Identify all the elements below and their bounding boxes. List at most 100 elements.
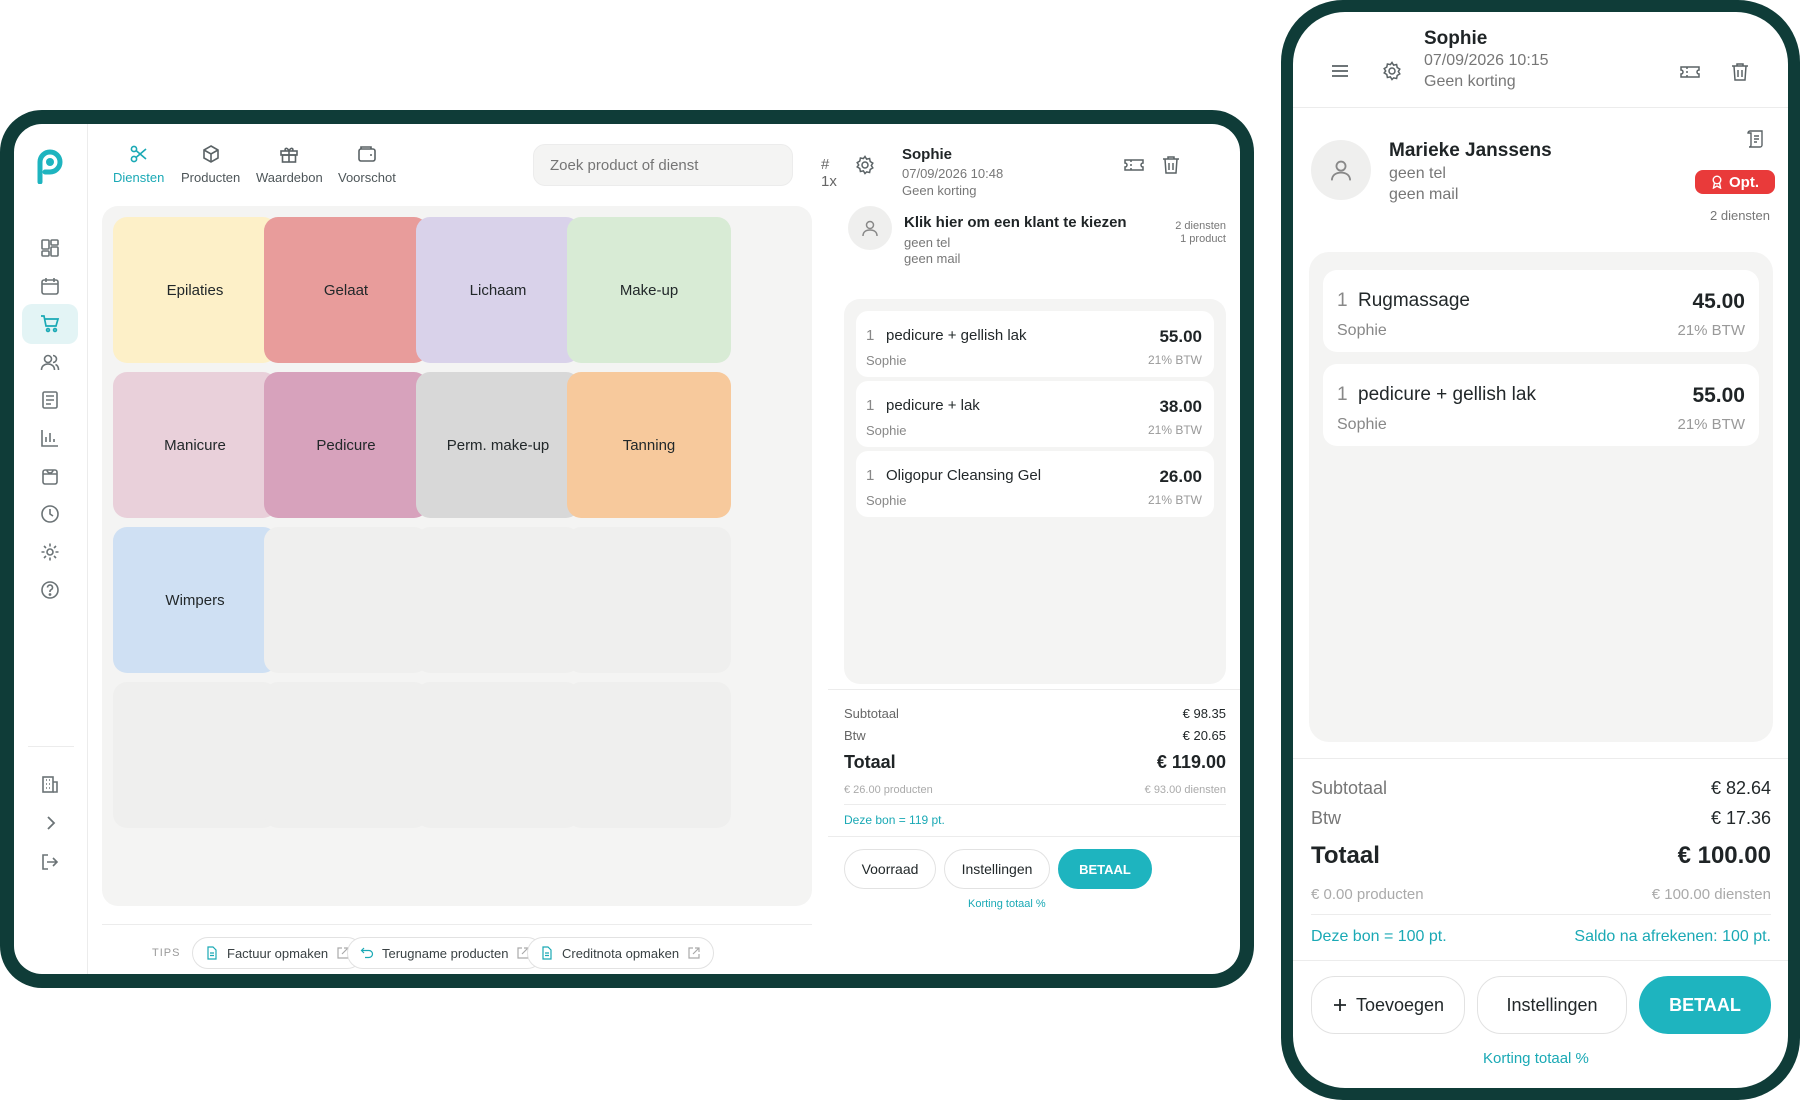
tips-bar: TIPS Factuur opmaken Terugname producten…	[102, 924, 812, 974]
gear-icon[interactable]	[852, 152, 878, 178]
sidebar-customers-icon[interactable]	[22, 342, 78, 382]
tablet-screen: Diensten Producten Waardebon Voorschot #…	[14, 124, 1240, 974]
ticket-line[interactable]: 1 pedicure + lak 38.00 Sophie 21% BTW	[856, 381, 1214, 447]
phone-datetime: 07/09/2026 10:15	[1424, 52, 1549, 69]
tip-label: Creditnota opmaken	[562, 945, 680, 961]
vat-value: € 17.36	[1710, 808, 1771, 828]
stock-button[interactable]: Voorraad	[844, 849, 936, 889]
tab-producten[interactable]: Producten	[181, 144, 240, 190]
discount-total-link[interactable]: Korting totaal %	[968, 898, 1046, 910]
category-tile[interactable]: Perm. make-up	[416, 372, 580, 518]
total-label: Totaal	[844, 752, 896, 772]
add-button[interactable]: Toevoegen	[1311, 976, 1465, 1034]
settings-button[interactable]: Instellingen	[1477, 976, 1627, 1034]
discount-total-link[interactable]: Korting totaal %	[1483, 1050, 1589, 1067]
vat-value: € 20.65	[1182, 728, 1226, 743]
empty-tile	[416, 682, 580, 828]
category-tile[interactable]: Pedicure	[264, 372, 428, 518]
line-price: 26.00	[1159, 467, 1202, 486]
sidebar-calendar-icon[interactable]	[22, 266, 78, 306]
tab-voorschot[interactable]: Voorschot	[338, 144, 396, 190]
category-tile[interactable]: Lichaam	[416, 217, 580, 363]
menu-icon[interactable]	[1327, 58, 1353, 84]
ticket-icon[interactable]	[1676, 58, 1704, 86]
ticket-icon[interactable]	[1121, 152, 1147, 178]
split-row: € 26.00 producten € 93.00 diensten	[844, 784, 1226, 796]
line-name: Rugmassage	[1358, 290, 1470, 311]
sidebar-receipts-icon[interactable]	[22, 380, 78, 420]
phone-device: Sophie 07/09/2026 10:15 Geen korting Mar…	[1281, 0, 1800, 1100]
undo-icon	[360, 947, 374, 959]
category-tile[interactable]: Manicure	[113, 372, 277, 518]
line-qty: 1	[1337, 384, 1348, 405]
ticket-line[interactable]: 1 Rugmassage 45.00 Sophie 21% BTW	[1323, 270, 1759, 352]
tips-label: TIPS	[152, 947, 181, 959]
subtotal-row: Subtotaal € 98.35	[844, 706, 1226, 721]
sidebar-logout-icon[interactable]	[22, 842, 78, 882]
trash-icon[interactable]	[1726, 58, 1754, 86]
category-tile[interactable]: Tanning	[567, 372, 731, 518]
sidebar-building-icon[interactable]	[22, 764, 78, 804]
ticket-line[interactable]: 1 pedicure + gellish lak 55.00 Sophie 21…	[1323, 364, 1759, 446]
line-price: 38.00	[1159, 397, 1202, 416]
line-qty: 1	[1337, 290, 1348, 311]
tab-waardebon[interactable]: Waardebon	[256, 144, 323, 190]
sidebar-clock-icon[interactable]	[22, 494, 78, 534]
empty-tile	[567, 682, 731, 828]
gear-icon[interactable]	[1379, 58, 1405, 84]
trash-icon[interactable]	[1158, 152, 1184, 178]
divider	[844, 804, 1226, 805]
tip-factuur-opmaken[interactable]: Factuur opmaken	[192, 937, 364, 969]
empty-tile	[567, 527, 731, 673]
count-services: 2 diensten	[1710, 208, 1770, 223]
customer-selector[interactable]: Klik hier om een klant te kiezen geen te…	[828, 206, 1240, 288]
points-row: Deze bon = 100 pt. Saldo na afrekenen: 1…	[1311, 928, 1771, 946]
line-name: pedicure + gellish lak	[886, 327, 1027, 344]
ticket-line[interactable]: 1 pedicure + gellish lak 55.00 Sophie 21…	[856, 311, 1214, 377]
category-tile[interactable]: Wimpers	[113, 527, 277, 673]
category-tile[interactable]: Epilaties	[113, 217, 277, 363]
line-vat: 21% BTW	[1147, 423, 1202, 437]
settings-button[interactable]: Instellingen	[944, 849, 1050, 889]
total-label: Totaal	[1311, 842, 1380, 869]
sidebar-reports-icon[interactable]	[22, 418, 78, 458]
total-row: Totaal € 100.00	[1311, 842, 1771, 870]
count-services: 2 diensten	[1175, 220, 1226, 232]
line-employee: Sophie	[866, 493, 907, 508]
ticket-datetime: 07/09/2026 10:48	[902, 166, 1004, 181]
line-name: Oligopur Cleansing Gel	[886, 467, 1042, 484]
sidebar-shop-icon[interactable]	[22, 456, 78, 496]
category-grid: Epilaties Gelaat Lichaam Make-up Manicur…	[102, 206, 812, 906]
top-navigation: Diensten Producten Waardebon Voorschot #…	[88, 124, 837, 206]
phone-employee: Sophie	[1424, 28, 1488, 49]
sidebar-dashboard-icon[interactable]	[22, 228, 78, 268]
sidebar-help-icon[interactable]	[22, 570, 78, 610]
tab-diensten[interactable]: Diensten	[113, 144, 164, 190]
line-vat: 21% BTW	[1147, 493, 1202, 507]
phone-ticket-lines: 1 Rugmassage 45.00 Sophie 21% BTW 1 pedi…	[1309, 252, 1773, 742]
pay-button[interactable]: BETAAL	[1058, 849, 1152, 889]
receipt-icon[interactable]	[1745, 128, 1767, 150]
tip-creditnota-opmaken[interactable]: Creditnota opmaken	[527, 937, 715, 969]
category-tile[interactable]: Make-up	[567, 217, 731, 363]
line-price: 45.00	[1692, 290, 1745, 313]
sidebar-settings-icon[interactable]	[22, 532, 78, 572]
badge-label: Opt.	[1729, 173, 1759, 191]
divider	[828, 689, 1240, 690]
plus-icon	[1333, 999, 1346, 1011]
sidebar-expand-icon[interactable]	[22, 803, 78, 843]
line-employee: Sophie	[1337, 322, 1387, 339]
customer-phone: geen tel	[1389, 165, 1446, 182]
empty-tile	[264, 682, 428, 828]
search-input[interactable]	[533, 144, 793, 186]
category-tile[interactable]: Gelaat	[264, 217, 428, 363]
pay-button[interactable]: BETAAL	[1639, 976, 1771, 1034]
sidebar-cart-icon[interactable]	[22, 304, 78, 344]
tip-terugname-producten[interactable]: Terugname producten	[347, 937, 544, 969]
tab-label: Producten	[181, 170, 241, 185]
vat-row: Btw € 20.65	[844, 728, 1226, 743]
subtotal-label: Subtotaal	[1311, 778, 1388, 798]
divider	[1293, 960, 1788, 961]
ticket-line[interactable]: 1 Oligopur Cleansing Gel 26.00 Sophie 21…	[856, 451, 1214, 517]
scissors-icon	[130, 145, 147, 163]
